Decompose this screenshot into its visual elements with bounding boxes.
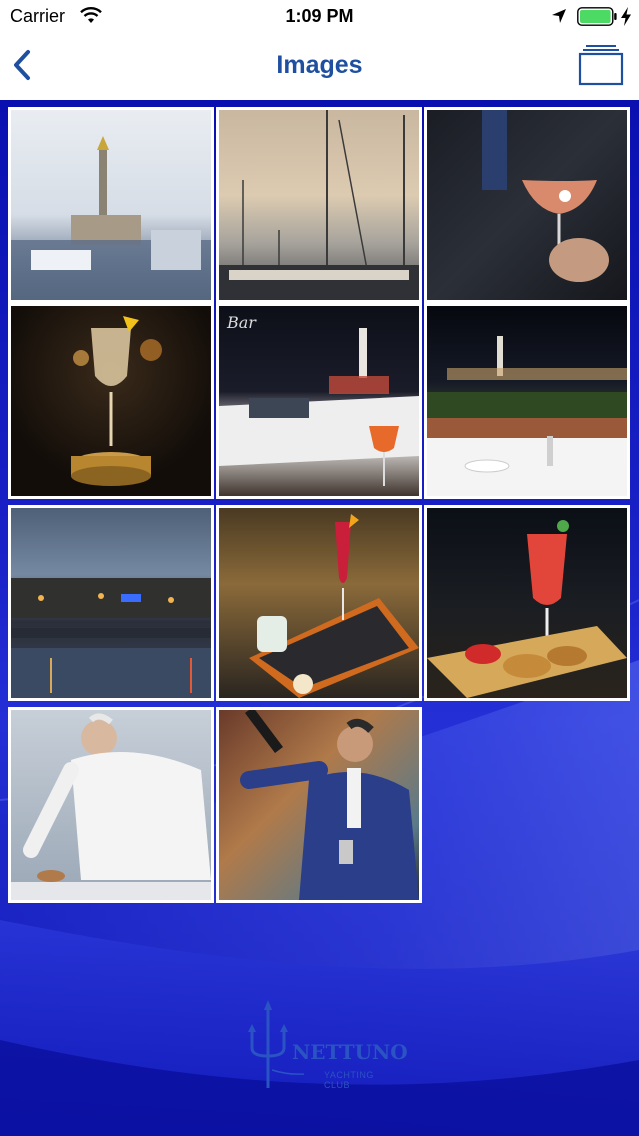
gallery-thumbnail[interactable]: Bar: [216, 303, 422, 499]
photo-red-cocktail-mirror-tray: [249, 514, 419, 698]
photo-marina-at-dusk: [11, 578, 211, 698]
logo-name: NETTUNO: [292, 1040, 408, 1064]
gallery-thumbnail[interactable]: [216, 107, 422, 303]
photo-chef-plating: [11, 713, 211, 900]
photo-cocktail-in-hand: [482, 110, 609, 282]
gallery-thumbnail[interactable]: [8, 303, 214, 499]
gallery-thumbnail[interactable]: [8, 107, 214, 303]
photo-bartender-mixing: [240, 710, 419, 900]
albums-stack-button[interactable]: [574, 42, 628, 88]
photo-harbor-lighthouse: [11, 136, 211, 300]
svg-text:Bar: Bar: [226, 313, 257, 332]
navigation-bar: Images: [0, 34, 639, 100]
photo-yacht-at-night: Bar: [219, 313, 419, 486]
gallery-thumbnail[interactable]: [424, 505, 630, 701]
screen: Carrier 1:09 PM Images Bar NETTUNO YACHT…: [0, 0, 639, 1136]
location-arrow-icon: [552, 9, 566, 23]
logo-subtitle: YACHTING CLUB: [324, 1070, 374, 1090]
photo-cocktail-with-bruschetta: [427, 520, 627, 698]
gallery-thumbnail[interactable]: [424, 107, 630, 303]
page-title: Images: [276, 51, 363, 79]
gallery-thumbnail[interactable]: [216, 505, 422, 701]
clock-label: 1:09 PM: [285, 6, 354, 26]
photo-sailboat-masts: [219, 110, 419, 300]
brand-logo: NETTUNO YACHTING CLUB: [240, 1000, 408, 1100]
charging-bolt-icon: [621, 7, 631, 26]
battery-icon: [577, 7, 617, 26]
photo-terrace-restaurant-night: [427, 336, 627, 496]
gallery-thumbnail[interactable]: [216, 707, 422, 903]
gallery-thumbnail[interactable]: [8, 505, 214, 701]
gallery-thumbnail[interactable]: [8, 707, 214, 903]
photo-cocktail-on-wood-base: [71, 316, 162, 486]
gallery-thumbnail[interactable]: [424, 303, 630, 499]
status-bar: Carrier 1:09 PM: [0, 0, 639, 34]
